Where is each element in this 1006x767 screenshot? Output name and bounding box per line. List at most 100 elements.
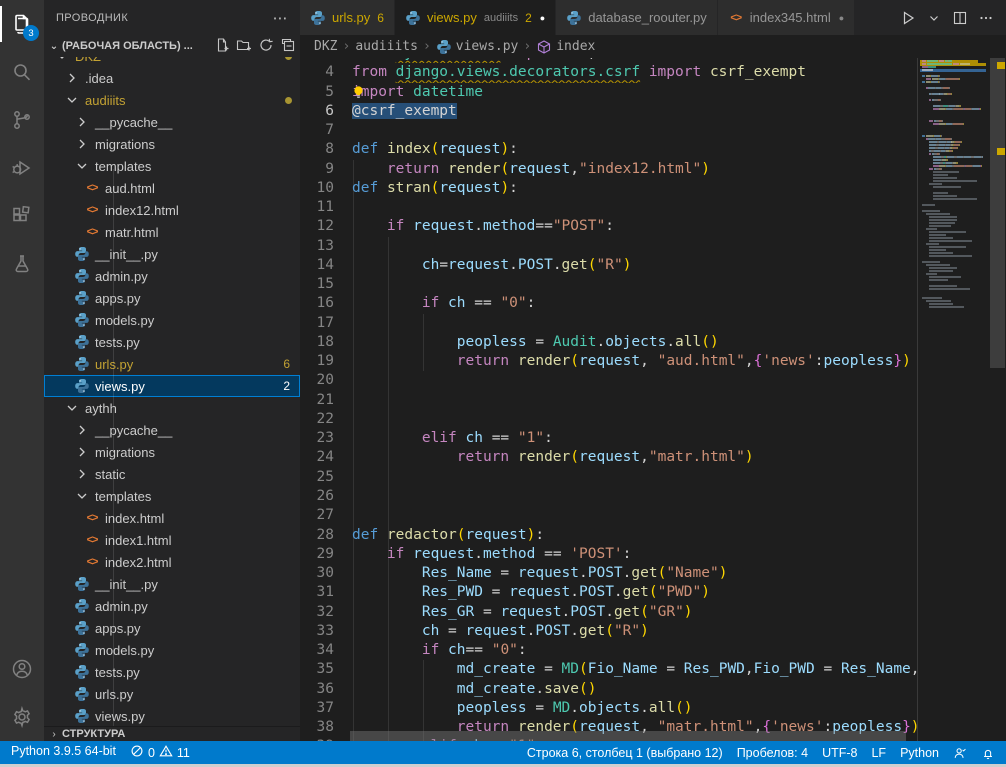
split-editor-button[interactable] <box>952 10 968 26</box>
tree-folder-aythh[interactable]: aythh <box>44 397 300 419</box>
cursor-position-status[interactable]: Строка 6, столбец 1 (выбрано 12) <box>520 746 730 760</box>
tree-folder-migrations[interactable]: migrations <box>44 133 300 155</box>
code-line-19[interactable]: return render(request, "aud.html",{'news… <box>352 352 918 371</box>
language-mode-status[interactable]: Python <box>893 746 946 760</box>
tree-file-viewspy[interactable]: views.py <box>44 705 300 726</box>
tree-file-index12html[interactable]: <>index12.html <box>44 199 300 221</box>
encoding-status[interactable]: UTF-8 <box>815 746 864 760</box>
code-line-12[interactable]: if request.method=="POST": <box>352 217 918 236</box>
tab-urlspy[interactable]: urls.py6 <box>300 0 395 35</box>
feedback-icon[interactable] <box>946 746 974 760</box>
code-line-36[interactable]: md_create.save() <box>352 680 918 699</box>
tree-file-initpy[interactable]: __init__.py <box>44 573 300 595</box>
code-line-18[interactable]: peopless = Audit.objects.all() <box>352 333 918 352</box>
breadcrumb-item-index[interactable]: index <box>536 39 595 55</box>
tree-file-matrhtml[interactable]: <>matr.html <box>44 221 300 243</box>
new-file-icon[interactable] <box>214 37 230 56</box>
code-line-11[interactable] <box>352 198 918 217</box>
outline-section-header[interactable]: › СТРУКТУРА <box>44 726 300 741</box>
notifications-bell-icon[interactable] <box>974 746 1002 760</box>
settings-activity-icon[interactable] <box>0 693 44 741</box>
tree-file-appspy[interactable]: apps.py <box>44 617 300 639</box>
tree-folder-static[interactable]: static <box>44 463 300 485</box>
horizontal-scrollbar[interactable] <box>350 731 906 741</box>
code-line-22[interactable] <box>352 410 918 429</box>
code-line-34[interactable]: if ch== "0": <box>352 641 918 660</box>
tree-file-index2html[interactable]: <>index2.html <box>44 551 300 573</box>
code-line-21[interactable] <box>352 391 918 410</box>
code-line-30[interactable]: Res_Name = request.POST.get("Name") <box>352 564 918 583</box>
tree-file-indexhtml[interactable]: <>index.html <box>44 507 300 529</box>
code-line-27[interactable] <box>352 506 918 525</box>
new-folder-icon[interactable] <box>236 37 252 56</box>
dirty-indicator-dot[interactable]: ● <box>839 13 844 23</box>
indentation-status[interactable]: Пробелов: 4 <box>730 746 815 760</box>
problems-status[interactable]: 0 11 <box>123 744 197 761</box>
code-editor[interactable]: 3from aythh.models import MD,Audit4from … <box>300 35 1006 741</box>
tree-file-appspy[interactable]: apps.py <box>44 287 300 309</box>
run-python-file-button[interactable] <box>900 10 916 26</box>
tree-file-adminpy[interactable]: admin.py <box>44 595 300 617</box>
tree-file-testspy[interactable]: tests.py <box>44 661 300 683</box>
account-activity-icon[interactable] <box>0 645 44 693</box>
tree-folder-templates[interactable]: templates <box>44 485 300 507</box>
run-debug-activity-icon[interactable] <box>0 144 44 192</box>
search-activity-icon[interactable] <box>0 48 44 96</box>
tree-folder-idea[interactable]: .idea <box>44 67 300 89</box>
code-line-20[interactable] <box>352 371 918 390</box>
code-line-28[interactable]: def redactor(request): <box>352 526 918 545</box>
more-actions-button[interactable] <box>978 10 994 26</box>
code-line-37[interactable]: peopless = MD.objects.all() <box>352 699 918 718</box>
scrollbar-thumb[interactable] <box>990 58 1005 368</box>
tab-index345html[interactable]: <>index345.html● <box>718 0 855 35</box>
tab-viewspy[interactable]: views.pyaudiiits2● <box>395 0 556 35</box>
code-line-14[interactable]: ch=request.POST.get("R") <box>352 256 918 275</box>
run-dropdown-chevron-icon[interactable] <box>926 10 942 26</box>
code-line-6[interactable]: @csrf_exempt <box>352 102 918 121</box>
code-line-16[interactable]: if ch == "0": <box>352 294 918 313</box>
breadcrumb-item-dkz[interactable]: DKZ <box>314 39 337 54</box>
workspace-section-header[interactable]: ⌄ (РАБОЧАЯ ОБЛАСТЬ) ... <box>44 35 300 57</box>
code-line-10[interactable]: def stran(request): <box>352 179 918 198</box>
lightbulb-icon[interactable] <box>351 85 366 100</box>
tree-file-viewspy[interactable]: views.py2 <box>44 375 300 397</box>
explorer-more-actions-button[interactable]: ⋯ <box>273 9 288 27</box>
tree-file-initpy[interactable]: __init__.py <box>44 243 300 265</box>
tree-file-modelspy[interactable]: models.py <box>44 639 300 661</box>
tree-folder-pycache[interactable]: __pycache__ <box>44 111 300 133</box>
tab-databaseroouterpy[interactable]: database_roouter.py <box>556 0 718 35</box>
extensions-activity-icon[interactable] <box>0 192 44 240</box>
tree-folder-dkz[interactable]: DKZ <box>44 57 300 67</box>
code-line-25[interactable] <box>352 468 918 487</box>
code-line-4[interactable]: from django.views.decorators.csrf import… <box>352 63 918 82</box>
editor-scrollbar[interactable] <box>989 35 1006 741</box>
tree-folder-audiiits[interactable]: audiiits <box>44 89 300 111</box>
code-line-26[interactable] <box>352 487 918 506</box>
tree-file-index1html[interactable]: <>index1.html <box>44 529 300 551</box>
eol-status[interactable]: LF <box>864 746 893 760</box>
code-line-23[interactable]: elif ch == "1": <box>352 429 918 448</box>
code-line-31[interactable]: Res_PWD = request.POST.get("PWD") <box>352 583 918 602</box>
code-line-29[interactable]: if request.method == 'POST': <box>352 545 918 564</box>
tree-folder-templates[interactable]: templates <box>44 155 300 177</box>
code-line-7[interactable] <box>352 121 918 140</box>
code-line-35[interactable]: md_create = MD(Fio_Name = Res_PWD,Fio_PW… <box>352 660 918 679</box>
tree-file-audhtml[interactable]: <>aud.html <box>44 177 300 199</box>
code-line-13[interactable] <box>352 237 918 256</box>
collapse-all-icon[interactable] <box>280 37 296 56</box>
code-line-9[interactable]: return render(request,"index12.html") <box>352 160 918 179</box>
tree-folder-pycache[interactable]: __pycache__ <box>44 419 300 441</box>
tree-file-modelspy[interactable]: models.py <box>44 309 300 331</box>
refresh-icon[interactable] <box>258 37 274 56</box>
minimap[interactable] <box>920 35 988 741</box>
tree-file-urlspy[interactable]: urls.py6 <box>44 353 300 375</box>
breadcrumb-item-audiiits[interactable]: audiiits <box>355 39 418 54</box>
explorer-activity-icon[interactable]: 3 <box>0 0 44 48</box>
tree-file-adminpy[interactable]: admin.py <box>44 265 300 287</box>
tree-folder-migrations[interactable]: migrations <box>44 441 300 463</box>
python-version-status[interactable]: Python 3.9.5 64-bit <box>4 744 123 758</box>
code-line-32[interactable]: Res_GR = request.POST.get("GR") <box>352 603 918 622</box>
tree-file-urlspy[interactable]: urls.py <box>44 683 300 705</box>
code-line-15[interactable] <box>352 275 918 294</box>
code-line-17[interactable] <box>352 314 918 333</box>
